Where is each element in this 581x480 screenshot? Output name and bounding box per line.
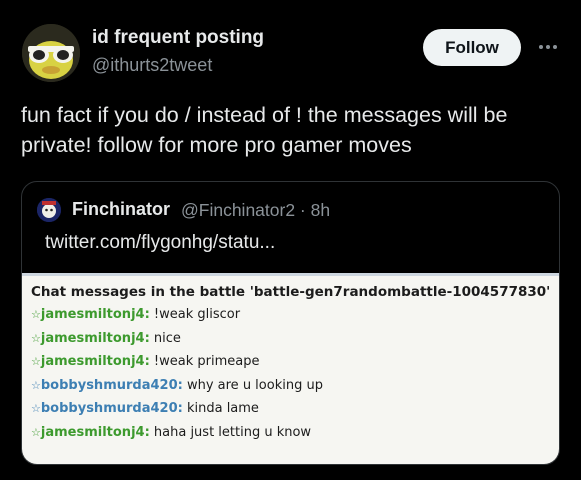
chat-message: ☆jamesmiltonj4: !weak gliscor	[31, 307, 240, 322]
star-icon: ☆	[31, 308, 41, 321]
chat-username: jamesmiltonj4:	[40, 307, 150, 322]
more-dot	[539, 45, 543, 49]
chat-screenshot: Chat messages in the battle 'battle-gen7…	[22, 273, 559, 464]
chat-title: Chat messages in the battle 'battle-gen7…	[31, 284, 551, 300]
chat-username: bobbyshmurda420:	[40, 401, 183, 416]
author-handle[interactable]: @ithurts2tweet	[92, 55, 212, 76]
star-icon: ☆	[31, 402, 41, 415]
author-display-name[interactable]: id frequent posting	[92, 27, 264, 49]
chat-username: jamesmiltonj4:	[40, 424, 150, 440]
chat-message: ☆jamesmiltonj4: haha just letting u know	[31, 425, 311, 440]
chat-message-text: why are u looking up	[182, 377, 323, 393]
quoted-handle-time: @Finchinator2 · 8h	[181, 200, 331, 220]
more-dot	[546, 45, 550, 49]
more-options-icon[interactable]	[536, 37, 560, 57]
follow-button[interactable]: Follow	[423, 29, 521, 66]
chat-message: ☆jamesmiltonj4: !weak primeape	[31, 354, 259, 369]
chat-message-text: haha just letting u know	[149, 424, 312, 440]
chat-message-text: kinda lame	[182, 401, 259, 416]
chat-message-text: nice	[149, 330, 181, 346]
star-icon: ☆	[31, 355, 41, 368]
chat-username: jamesmiltonj4:	[40, 354, 150, 369]
star-icon: ☆	[31, 425, 41, 439]
tweet-text: fun fact if you do / instead of ! the me…	[21, 103, 508, 157]
author-avatar[interactable]	[22, 24, 80, 82]
chat-username: jamesmiltonj4:	[40, 330, 150, 346]
more-dot	[553, 45, 557, 49]
chat-message: ☆jamesmiltonj4: nice	[31, 331, 181, 346]
quoted-display-name[interactable]: Finchinator	[72, 199, 170, 220]
chat-username: bobbyshmurda420:	[40, 377, 183, 393]
quoted-link[interactable]: twitter.com/flygonhg/statu...	[45, 232, 275, 254]
chat-message-text: !weak gliscor	[149, 307, 241, 322]
duck-avatar-icon	[22, 24, 80, 82]
quoted-avatar[interactable]	[37, 198, 61, 222]
quoted-tweet[interactable]: Finchinator @Finchinator2 · 8h twitter.c…	[21, 181, 560, 465]
chat-message-text: !weak primeape	[149, 354, 260, 369]
star-icon: ☆	[31, 378, 41, 392]
star-icon: ☆	[31, 331, 41, 345]
chat-message: ☆bobbyshmurda420: why are u looking up	[31, 378, 323, 393]
chat-message: ☆bobbyshmurda420: kinda lame	[31, 401, 259, 416]
quoted-avatar-icon	[37, 198, 61, 222]
